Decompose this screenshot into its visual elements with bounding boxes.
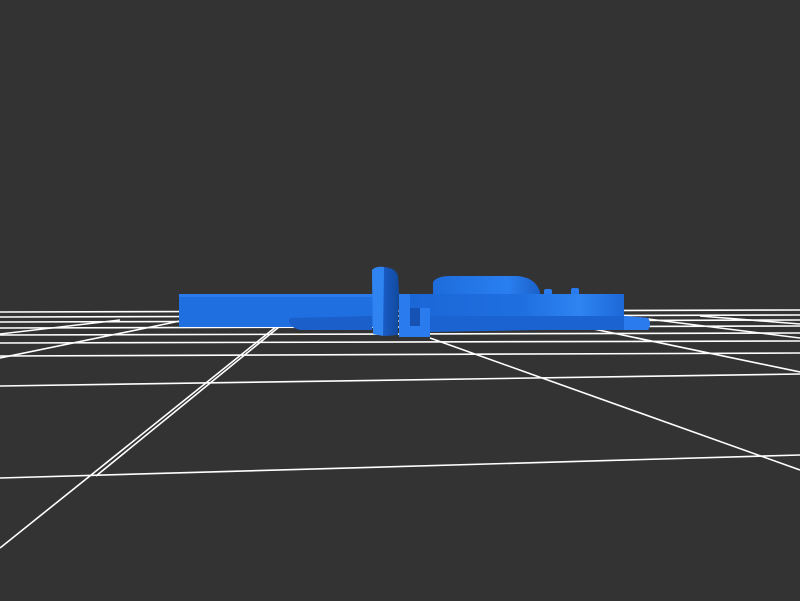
model-right-body	[401, 294, 624, 316]
model-center-post-face	[372, 266, 384, 336]
3d-viewport[interactable]	[0, 0, 800, 601]
model-left-bar-top	[179, 294, 375, 297]
model-left-plate	[289, 316, 372, 330]
model-right-tab	[624, 316, 650, 330]
model-pin-2	[571, 288, 579, 295]
model-clip-notch	[410, 308, 420, 326]
ground-grid	[0, 309, 800, 549]
3d-model[interactable]	[179, 266, 650, 337]
scene-canvas[interactable]	[0, 0, 800, 601]
model-right-plate	[404, 316, 650, 332]
model-dome	[433, 276, 540, 296]
